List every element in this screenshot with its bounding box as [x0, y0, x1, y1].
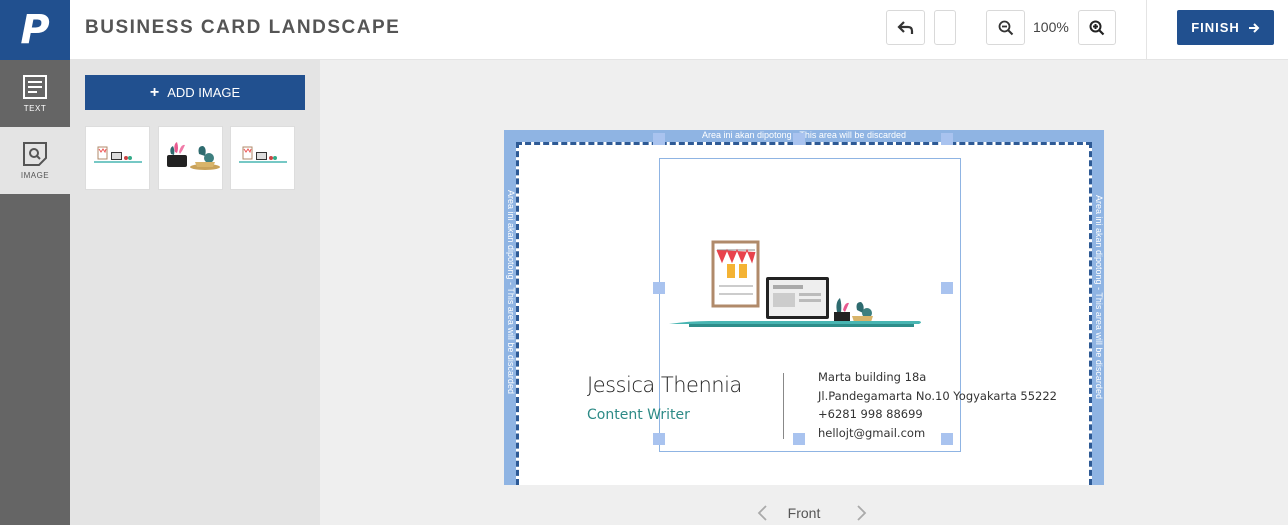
image-icon: [23, 142, 47, 166]
card-address-line-1: Marta building 18a: [818, 370, 927, 384]
resize-handle[interactable]: [941, 282, 953, 294]
resize-handle[interactable]: [941, 133, 953, 145]
zoom-out-button[interactable]: [986, 10, 1025, 45]
desk-illustration-thumbnail: [238, 146, 287, 163]
bleed-area: Area ini akan dipotong - This area will …: [504, 130, 1104, 485]
image-thumbnail[interactable]: [230, 126, 295, 190]
undo-icon: [896, 20, 913, 34]
app-logo[interactable]: P: [0, 0, 70, 60]
zoom-level: 100%: [1033, 19, 1069, 35]
image-thumbnail[interactable]: [85, 126, 150, 190]
text-icon: [23, 75, 47, 99]
card-role-text[interactable]: Content Writer: [587, 407, 690, 423]
chevron-right-icon: [857, 505, 867, 521]
finish-label: FINISH: [1191, 20, 1240, 35]
rail-item-label: TEXT: [23, 104, 47, 113]
bleed-notice-left: Area ini akan dipotong - This area will …: [506, 190, 516, 394]
finish-button[interactable]: FINISH: [1177, 10, 1274, 45]
card-address-line-2: Jl.Pandegamarta No.10 Yogyakarta 55222: [818, 388, 1058, 403]
canvas-workspace: Area ini akan dipotong - This area will …: [320, 60, 1288, 525]
card-divider: [783, 373, 784, 439]
arrow-right-icon: [1248, 22, 1260, 33]
zoom-out-icon: [998, 20, 1013, 35]
redo-button[interactable]: [934, 10, 956, 45]
card-phone: +6281 998 88699: [818, 407, 923, 421]
tool-rail: TEXT IMAGE: [0, 60, 70, 525]
toolbar-divider: [1146, 0, 1147, 60]
resize-handle[interactable]: [653, 133, 665, 145]
page-title: BUSINESS CARD LANDSCAPE: [85, 17, 401, 38]
image-panel: + ADD IMAGE: [70, 60, 320, 525]
add-image-button[interactable]: + ADD IMAGE: [85, 75, 305, 110]
resize-handle[interactable]: [653, 433, 665, 445]
card-email: hellojt@gmail.com: [818, 425, 926, 440]
zoom-in-icon: [1089, 20, 1105, 35]
next-side-button[interactable]: [856, 504, 868, 525]
resize-handle[interactable]: [653, 282, 665, 294]
plants-illustration-thumbnail: [166, 142, 220, 170]
business-card-front[interactable]: Jessica Thennia Content Writer Marta bui…: [516, 133, 1092, 485]
rail-item-label: IMAGE: [20, 171, 50, 180]
resize-handle[interactable]: [793, 433, 805, 445]
desk-illustration-thumbnail: [93, 146, 142, 163]
image-thumbnail[interactable]: [158, 126, 223, 190]
bleed-notice-right: Area ini akan dipotong - This area will …: [1094, 195, 1104, 399]
resize-handle[interactable]: [793, 133, 805, 145]
undo-button[interactable]: [886, 10, 925, 45]
rail-item-image[interactable]: IMAGE: [0, 127, 70, 194]
card-side-label: Front: [787, 505, 821, 521]
plus-icon: +: [149, 83, 160, 101]
add-image-label: ADD IMAGE: [167, 85, 241, 100]
top-bar: P BUSINESS CARD LANDSCAPE 100% FINISH: [0, 0, 1288, 60]
card-contact-block[interactable]: Marta building 18a Jl.Pandegamarta No.10…: [818, 368, 1057, 442]
rail-item-text[interactable]: TEXT: [0, 60, 70, 127]
card-name-text[interactable]: Jessica Thennia: [587, 373, 742, 397]
zoom-in-button[interactable]: [1078, 10, 1116, 45]
